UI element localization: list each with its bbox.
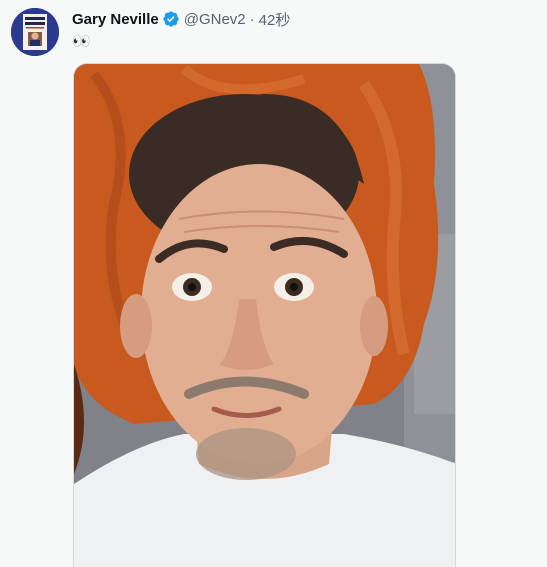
book-cover-avatar-icon: [11, 8, 59, 56]
tweet-timestamp[interactable]: 42秒: [259, 9, 291, 30]
verified-badge-icon: [163, 11, 179, 27]
author-handle[interactable]: @GNev2: [184, 11, 246, 28]
tweet-photo[interactable]: [73, 63, 456, 567]
tweet-header: Gary Neville @GNev2 · 42秒: [72, 9, 290, 29]
selfie-photo: [74, 64, 455, 567]
avatar[interactable]: [11, 8, 59, 56]
separator-dot: ·: [249, 10, 255, 28]
tweet-text: 👀: [72, 33, 91, 50]
author-display-name[interactable]: Gary Neville: [72, 11, 159, 28]
tweet[interactable]: Gary Neville @GNev2 · 42秒 👀: [0, 0, 547, 567]
